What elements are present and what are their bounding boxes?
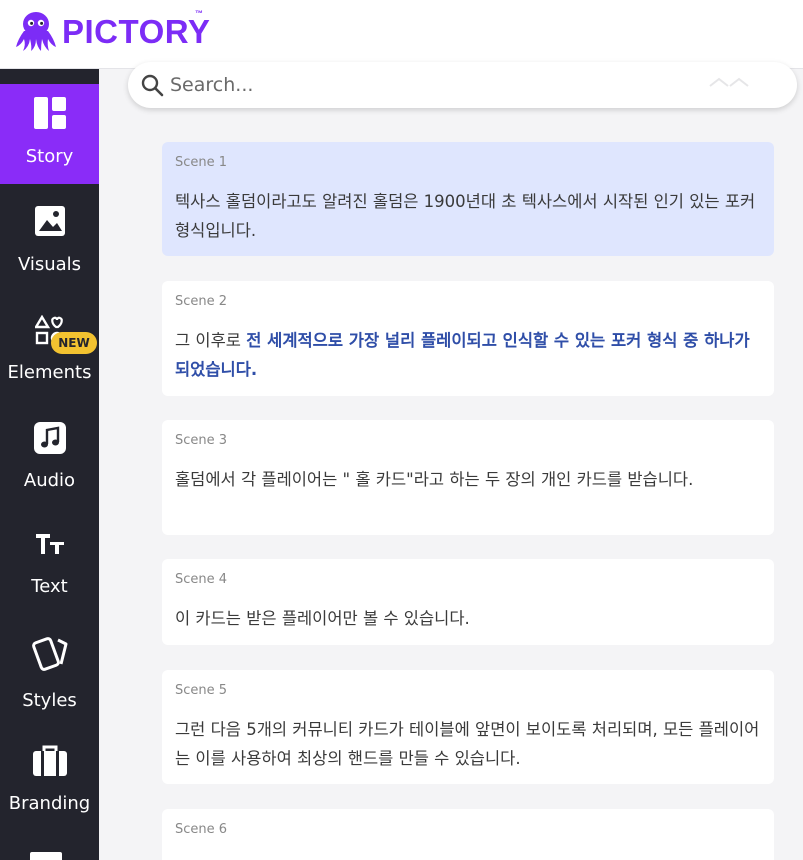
briefcase-icon: [32, 745, 67, 776]
sidebar-item-story[interactable]: Story: [0, 84, 99, 184]
scene-card[interactable]: Scene 1 텍사스 홀덤이라고도 알려진 홀덤은 1900년대 초 텍사스에…: [162, 142, 774, 256]
logo-wordmark: PICTORY: [62, 12, 211, 50]
scene-label: Scene 4: [175, 572, 228, 587]
scene-text[interactable]: 텍사스 홀덤이라고도 알려진 홀덤은 1900년대 초 텍사스에서 시작된 인기…: [175, 187, 765, 245]
collapse-chevrons-icon[interactable]: [708, 74, 752, 94]
story-icon: [33, 97, 66, 129]
sidebar-item-text[interactable]: Text: [0, 520, 99, 620]
search-icon: [141, 74, 164, 97]
image-icon: [34, 206, 65, 236]
logo-trademark: ™: [195, 9, 203, 18]
scene-card[interactable]: Scene 2 그 이후로 전 세계적으로 가장 널리 플레이되고 인식할 수 …: [162, 281, 774, 396]
text-size-icon: [35, 534, 64, 554]
scene-text-highlight: 전 세계적으로 가장 널리 플레이되고 인식할 수 있는 포커 형식 중 하나가…: [175, 331, 750, 379]
sidebar-item-label: Styles: [22, 690, 77, 711]
search-input[interactable]: [170, 70, 690, 100]
scene-label: Scene 6: [175, 822, 228, 837]
scene-text[interactable]: 이 카드는 받은 플레이어만 볼 수 있습니다.: [175, 604, 765, 633]
music-note-icon: [33, 422, 66, 454]
new-badge: NEW: [51, 332, 97, 354]
sidebar-item-label: Text: [31, 576, 68, 597]
scene-card[interactable]: Scene 5 그런 다음 5개의 커뮤니티 카드가 테이블에 앞면이 보이도록…: [162, 670, 774, 784]
sidebar-item-styles[interactable]: Styles: [0, 630, 99, 730]
scene-label: Scene 3: [175, 433, 228, 448]
scene-text[interactable]: 홀덤에서 각 플레이어는 " 홀 카드"라고 하는 두 장의 개인 카드를 받습…: [175, 465, 765, 494]
sidebar-item-label: Story: [25, 146, 74, 167]
sidebar-item-label: Visuals: [17, 254, 82, 275]
app-header: PICTORY ™: [0, 0, 803, 69]
scene-text[interactable]: 그런 다음 5개의 커뮤니티 카드가 테이블에 앞면이 보이도록 처리되며, 모…: [175, 715, 765, 773]
sidebar-item-label: Elements: [7, 362, 92, 383]
scene-card[interactable]: Scene 3 홀덤에서 각 플레이어는 " 홀 카드"라고 하는 두 장의 개…: [162, 420, 774, 535]
scene-card[interactable]: Scene 6: [162, 809, 774, 860]
pictory-logo[interactable]: PICTORY ™: [14, 9, 210, 53]
scene-text-plain: 그 이후로: [175, 331, 247, 350]
scene-search-bar: [128, 62, 797, 108]
scene-text[interactable]: 그 이후로 전 세계적으로 가장 널리 플레이되고 인식할 수 있는 포커 형식…: [175, 326, 765, 384]
sidebar-item-visuals[interactable]: Visuals: [0, 195, 99, 295]
octopus-logo-icon: [16, 12, 56, 51]
sidebar-item-branding[interactable]: Branding: [0, 738, 99, 838]
scene-card[interactable]: Scene 4 이 카드는 받은 플레이어만 볼 수 있습니다.: [162, 559, 774, 645]
sidebar-item-audio[interactable]: Audio: [0, 408, 99, 508]
scene-label: Scene 2: [175, 294, 228, 309]
scene-label: Scene 1: [175, 155, 228, 170]
scene-label: Scene 5: [175, 683, 228, 698]
sidebar-item-partial-icon: [30, 852, 62, 860]
sidebar-item-label: Audio: [23, 470, 76, 491]
sidebar-item-label: Branding: [8, 793, 91, 814]
styles-cards-icon: [31, 637, 67, 671]
